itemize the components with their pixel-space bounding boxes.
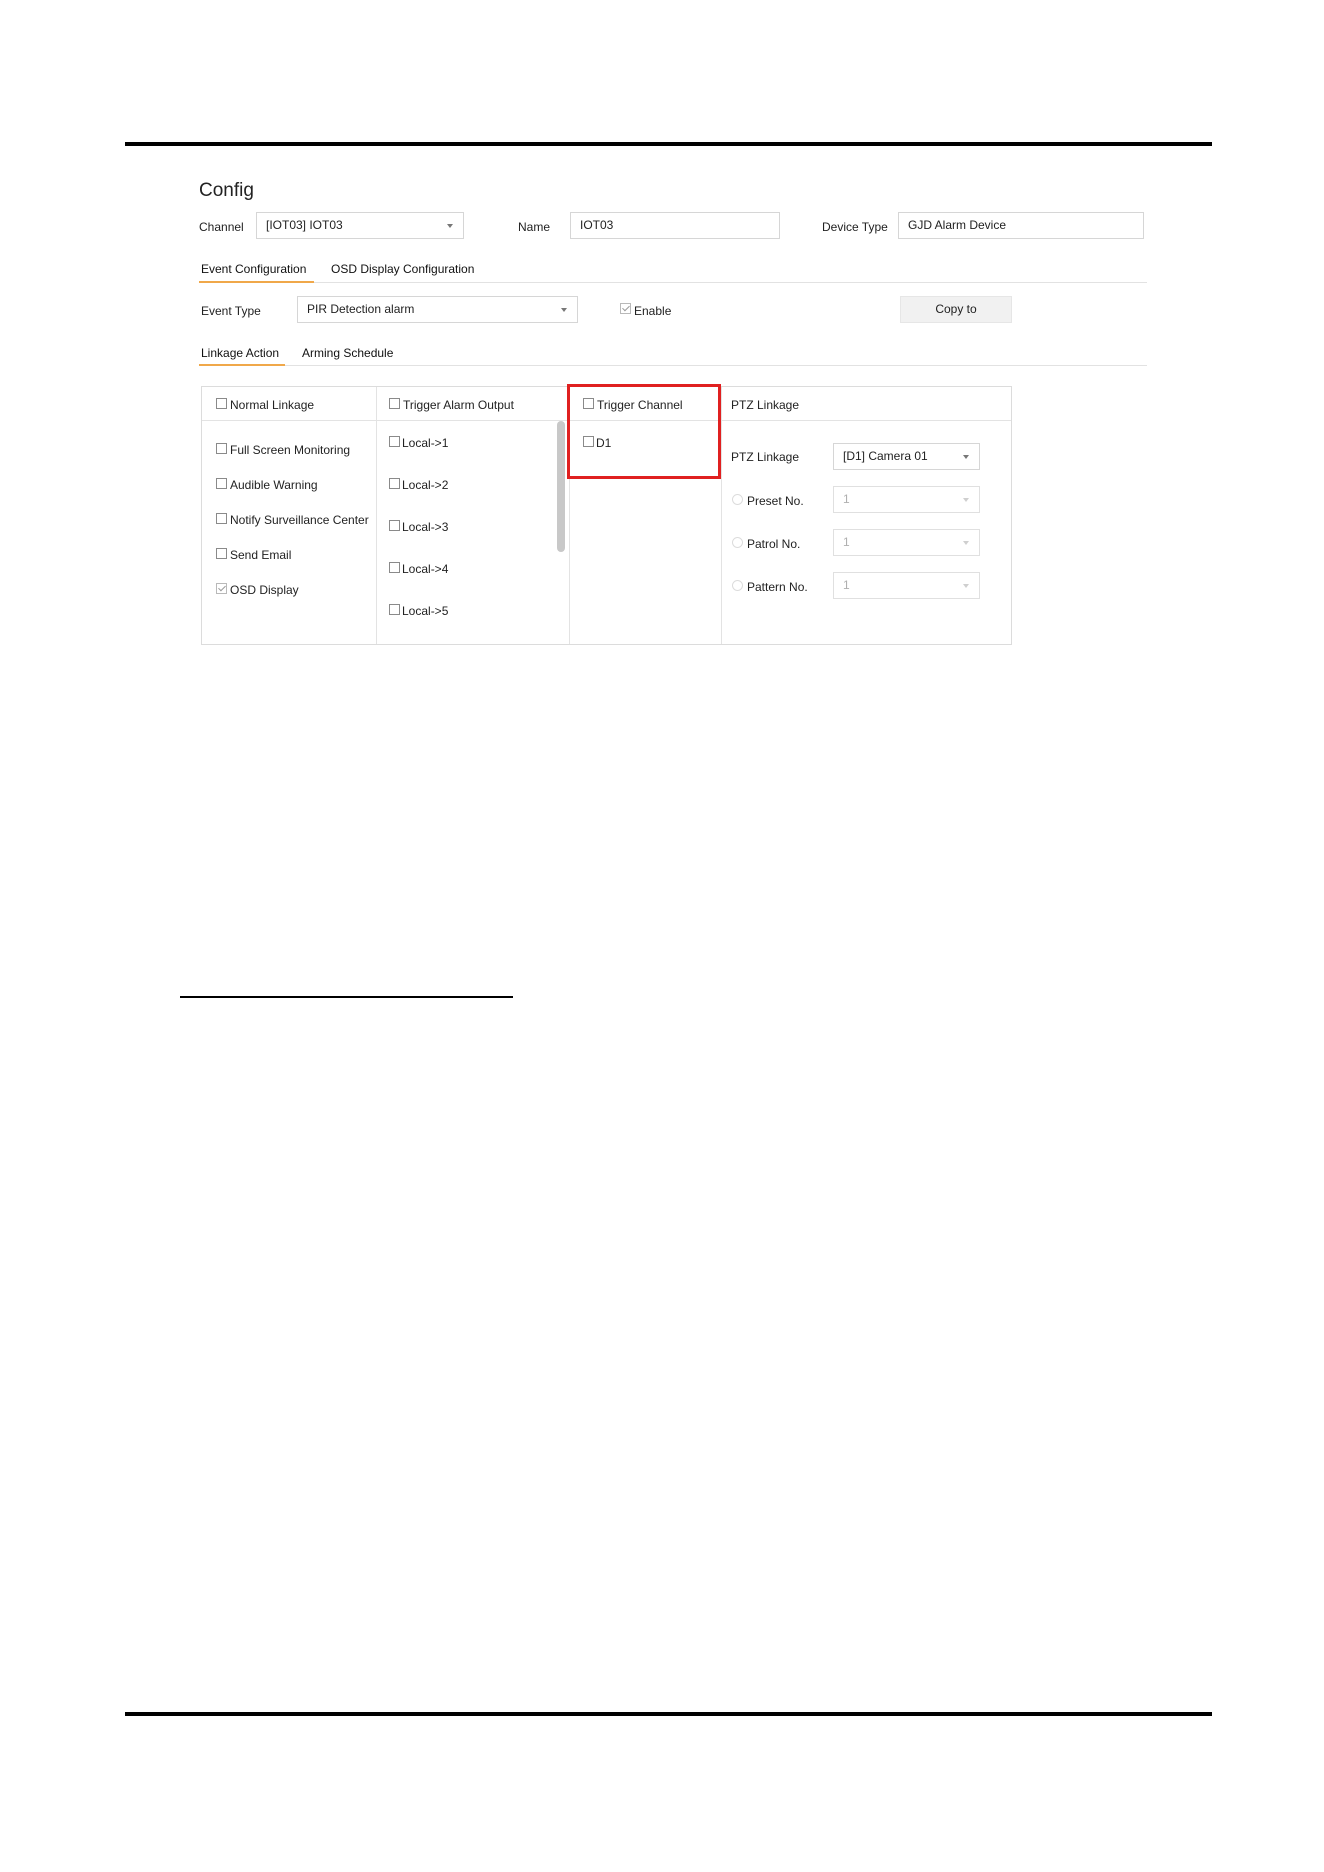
ptz-linkage-value: [D1] Camera 01 (843, 449, 928, 463)
enable-label: Enable (634, 304, 672, 318)
patrol-select[interactable]: 1 (833, 529, 980, 556)
normal-linkage-checkbox[interactable] (216, 398, 227, 409)
notify-surveillance-center-label: Notify Surveillance Center (230, 513, 369, 527)
top-tabs-divider (199, 282, 1147, 283)
osd-display-checkbox[interactable] (216, 583, 227, 594)
ptz-linkage-label: PTZ Linkage (731, 450, 800, 464)
local-1-label: Local->1 (402, 436, 449, 450)
chevron-down-icon (963, 455, 969, 459)
tab-event-configuration[interactable]: Event Configuration (201, 262, 306, 276)
local-2-checkbox[interactable] (389, 478, 400, 489)
event-type-value: PIR Detection alarm (307, 302, 415, 316)
chevron-down-icon (561, 308, 567, 312)
column-divider-1 (376, 387, 377, 644)
chevron-down-icon (963, 498, 969, 502)
name-input[interactable]: IOT03 (570, 212, 780, 239)
bottom-rule (125, 1712, 1212, 1716)
tab-linkage-action[interactable]: Linkage Action (201, 346, 279, 360)
full-screen-monitoring-label: Full Screen Monitoring (230, 443, 351, 457)
tab-osd-display-configuration[interactable]: OSD Display Configuration (331, 262, 474, 276)
ptz-linkage-header: PTZ Linkage (731, 398, 800, 412)
device-type-value: GJD Alarm Device (908, 218, 1007, 232)
local-5-checkbox[interactable] (389, 604, 400, 615)
chevron-down-icon (963, 584, 969, 588)
osd-display-label: OSD Display (230, 583, 299, 597)
short-rule (180, 996, 513, 998)
local-4-label: Local->4 (402, 562, 449, 576)
trigger-alarm-output-checkbox[interactable] (389, 398, 400, 409)
active-tab-indicator (199, 281, 314, 283)
page-title: Config (199, 180, 254, 201)
device-type-label: Device Type (822, 220, 888, 234)
channel-select[interactable]: [IOT03] IOT03 (256, 212, 464, 239)
top-rule (125, 142, 1212, 146)
send-email-label: Send Email (230, 548, 292, 562)
tab-arming-schedule[interactable]: Arming Schedule (302, 346, 393, 360)
channel-label: Channel (199, 220, 244, 234)
column-divider-3 (721, 387, 722, 644)
trigger-alarm-output-header: Trigger Alarm Output (403, 398, 514, 412)
channel-select-value: [IOT03] IOT03 (266, 218, 343, 232)
patrol-radio[interactable] (732, 537, 743, 548)
local-3-checkbox[interactable] (389, 520, 400, 531)
chevron-down-icon (963, 541, 969, 545)
full-screen-monitoring-checkbox[interactable] (216, 443, 227, 454)
sub-tabs-divider (199, 365, 1147, 366)
enable-checkbox[interactable] (620, 303, 631, 314)
event-type-label: Event Type (201, 304, 261, 318)
audible-warning-label: Audible Warning (230, 478, 318, 492)
pattern-label: Pattern No. (747, 580, 808, 594)
local-5-label: Local->5 (402, 604, 449, 618)
patrol-label: Patrol No. (747, 537, 801, 551)
preset-label: Preset No. (747, 494, 804, 508)
local-3-label: Local->3 (402, 520, 449, 534)
event-type-select[interactable]: PIR Detection alarm (297, 296, 578, 323)
send-email-checkbox[interactable] (216, 548, 227, 559)
pattern-radio[interactable] (732, 580, 743, 591)
normal-linkage-header: Normal Linkage (230, 398, 315, 412)
trigger-channel-highlight (567, 384, 721, 479)
notify-surveillance-center-checkbox[interactable] (216, 513, 227, 524)
name-input-value: IOT03 (580, 218, 614, 232)
audible-warning-checkbox[interactable] (216, 478, 227, 489)
local-1-checkbox[interactable] (389, 436, 400, 447)
pattern-value: 1 (843, 578, 850, 592)
name-label: Name (518, 220, 551, 234)
device-type-field: GJD Alarm Device (898, 212, 1144, 239)
copy-to-button[interactable]: Copy to (900, 296, 1012, 323)
chevron-down-icon (447, 224, 453, 228)
preset-value: 1 (843, 492, 850, 506)
ptz-linkage-select[interactable]: [D1] Camera 01 (833, 443, 980, 470)
local-4-checkbox[interactable] (389, 562, 400, 573)
patrol-value: 1 (843, 535, 850, 549)
preset-radio[interactable] (732, 494, 743, 505)
preset-select[interactable]: 1 (833, 486, 980, 513)
local-2-label: Local->2 (402, 478, 449, 492)
pattern-select[interactable]: 1 (833, 572, 980, 599)
alarm-output-scrollbar[interactable] (557, 421, 565, 552)
active-subtab-indicator (199, 364, 285, 366)
